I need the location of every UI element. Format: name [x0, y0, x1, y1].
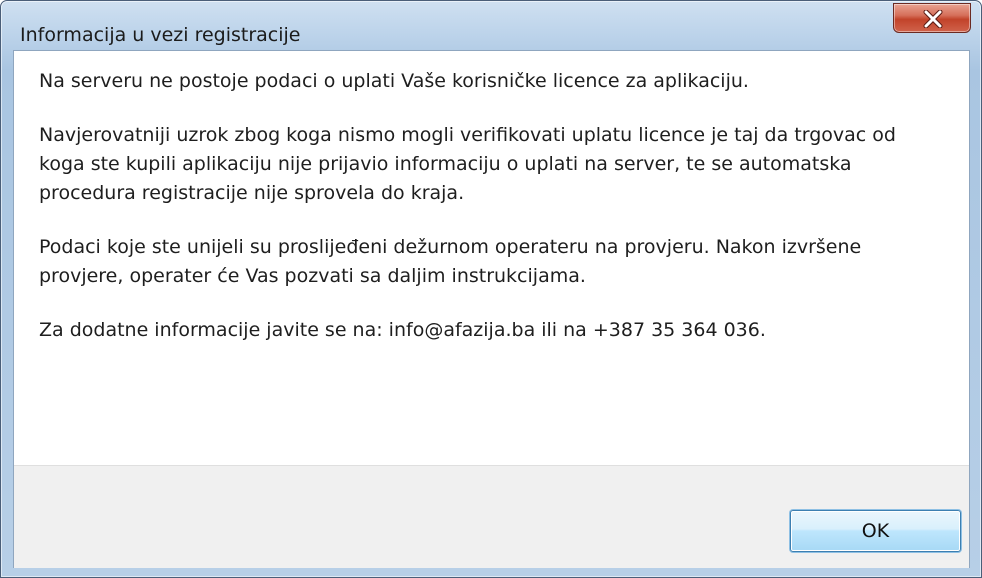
message-paragraph-1: Na serveru ne postoje podaci o uplati Va… [39, 70, 749, 92]
close-x-icon [923, 10, 943, 28]
dialog-window: Informacija u vezi registracije OK Na se… [0, 0, 982, 578]
window-title: Informacija u vezi registracije [20, 24, 301, 46]
dialog-footer: OK [14, 465, 969, 568]
message-text: Na serveru ne postoje podaci o uplati Va… [39, 67, 939, 370]
close-button[interactable] [893, 3, 971, 33]
ok-button[interactable]: OK [790, 510, 961, 552]
message-paragraph-2: Navjerovatniji uzrok zbog koga nismo mog… [39, 124, 896, 204]
title-bar[interactable]: Informacija u vezi registracije [1, 1, 981, 51]
message-paragraph-4: Za dodatne informacije javite se na: inf… [39, 319, 766, 341]
message-paragraph-3: Podaci koje ste unijeli su proslijeđeni … [39, 236, 862, 287]
